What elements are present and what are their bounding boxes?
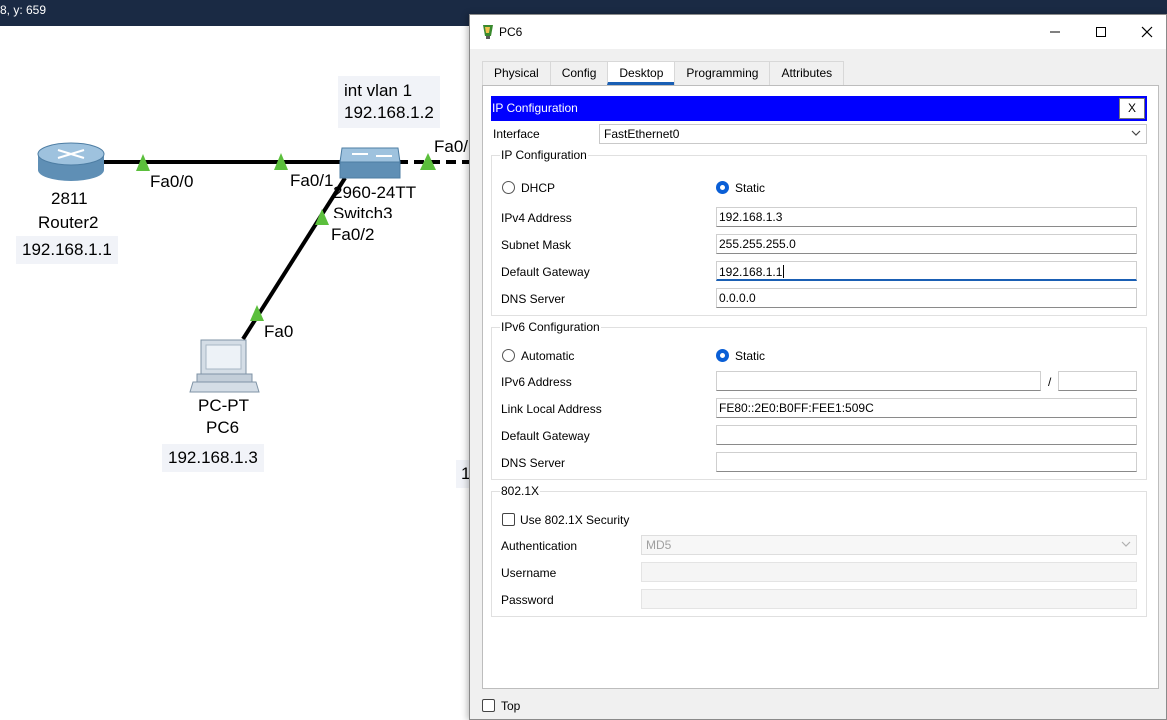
dhcp-radio[interactable]	[502, 181, 515, 194]
ipv6-default-gateway-input[interactable]	[716, 425, 1137, 445]
link-local-address-label: Link Local Address	[501, 402, 602, 416]
dot1x-group: 802.1X Use 802.1X Security Authenticatio…	[491, 484, 1147, 617]
automatic-label: Automatic	[521, 349, 575, 363]
ipv6-prefix-input[interactable]	[1058, 371, 1137, 391]
minimize-button[interactable]	[1032, 15, 1078, 49]
topology-links	[37, 142, 470, 393]
switch-name-label: Switch3	[333, 204, 393, 218]
ipv6-default-gateway-label: Default Gateway	[501, 429, 590, 443]
close-ip-config-button[interactable]: X	[1119, 98, 1145, 119]
subnet-mask-input[interactable]	[716, 234, 1137, 254]
default-gateway-input[interactable]: 192.168.1.1	[716, 261, 1137, 281]
link-local-address-input[interactable]	[716, 398, 1137, 418]
top-checkbox[interactable]	[482, 699, 495, 712]
top-label: Top	[501, 699, 521, 713]
interface-value: FastEthernet0	[604, 127, 680, 141]
partial-label: 1	[456, 460, 470, 488]
username-input	[641, 562, 1137, 582]
password-label: Password	[501, 593, 554, 607]
port-label-fa0: Fa0	[264, 322, 294, 341]
dhcp-label: DHCP	[521, 181, 556, 195]
username-label: Username	[501, 566, 557, 580]
ipv4-configuration-group: IP Configuration DHCP Static IPv4 Addres…	[491, 148, 1147, 316]
tab-desktop[interactable]: Desktop	[607, 61, 676, 85]
pc-icon	[189, 339, 260, 393]
switch-annotation-line1: int vlan 1	[344, 81, 413, 100]
dns-server-input[interactable]	[716, 288, 1137, 308]
dot1x-group-title: 802.1X	[500, 484, 541, 498]
ip-configuration-panel: IP Configuration X Interface FastEtherne…	[482, 85, 1159, 689]
topology-canvas[interactable]: 2811 Router2 192.168.1.1 Fa0/0 Fa0/1 Fa0…	[0, 26, 470, 720]
port-label-fa00: Fa0/0	[150, 172, 194, 191]
ipv6-address-input[interactable]	[716, 371, 1041, 391]
tab-bar: Physical Config Desktop Programming Attr…	[482, 61, 845, 85]
chevron-down-icon	[1121, 541, 1131, 547]
authentication-label: Authentication	[501, 539, 578, 553]
ip-configuration-header: IP Configuration X	[491, 96, 1147, 121]
tab-attributes[interactable]: Attributes	[769, 61, 845, 85]
switch-model-label: 2960-24TT	[333, 183, 417, 202]
router-model-label: 2811	[51, 189, 88, 208]
static-radio[interactable]	[716, 181, 729, 194]
automatic-radio[interactable]	[502, 349, 515, 362]
tab-programming[interactable]: Programming	[674, 61, 771, 85]
close-icon	[1141, 26, 1153, 38]
minimize-icon	[1050, 31, 1060, 33]
interface-label: Interface	[493, 127, 540, 141]
router-ip-label: 192.168.1.1	[16, 236, 118, 264]
switch-annotation: int vlan 1 192.168.1.2	[338, 76, 440, 128]
packet-tracer-app-icon	[483, 25, 493, 39]
password-input	[641, 589, 1137, 609]
dns-server-label: DNS Server	[501, 292, 566, 306]
interface-select[interactable]: FastEthernet0	[599, 124, 1147, 144]
prefix-separator: /	[1048, 375, 1052, 389]
ipv4-address-label: IPv4 Address	[501, 211, 572, 225]
tab-config[interactable]: Config	[549, 61, 609, 85]
ipv6-configuration-group: IPv6 Configuration Automatic Static IPv6…	[491, 320, 1147, 480]
tab-physical[interactable]: Physical	[482, 61, 551, 85]
port-label-fa02: Fa0/2	[331, 225, 375, 244]
port-label-right: Fa0/	[434, 137, 469, 156]
use-8021x-checkbox[interactable]	[502, 513, 515, 526]
pc-model-label: PC-PT	[198, 396, 249, 415]
ipv6-static-radio[interactable]	[716, 349, 729, 362]
chevron-down-icon	[1131, 130, 1141, 136]
close-window-button[interactable]	[1124, 15, 1167, 49]
authentication-select: MD5	[641, 535, 1137, 555]
switch-annotation-line2: 192.168.1.2	[344, 103, 434, 122]
ipv6-dns-server-label: DNS Server	[501, 456, 566, 470]
ipv4-address-input[interactable]	[716, 207, 1137, 227]
pc6-window: PC6 Physical Config Desktop Programming …	[469, 14, 1167, 720]
switch-icon	[339, 147, 401, 179]
pc-ip-label: 192.168.1.3	[162, 444, 264, 472]
default-gateway-label: Default Gateway	[501, 265, 590, 279]
use-8021x-label: Use 802.1X Security	[520, 513, 630, 527]
subnet-mask-label: Subnet Mask	[501, 238, 572, 252]
window-title: PC6	[499, 25, 523, 39]
pc-name-label: PC6	[206, 418, 240, 437]
text-cursor	[783, 265, 785, 278]
port-indicator-switch-fa02	[315, 209, 329, 225]
ipv4-group-title: IP Configuration	[500, 148, 588, 162]
title-bar[interactable]: PC6	[470, 15, 1166, 49]
static-label: Static	[735, 181, 766, 195]
authentication-value: MD5	[646, 538, 672, 552]
ipv6-group-title: IPv6 Configuration	[500, 320, 601, 334]
maximize-button[interactable]	[1078, 15, 1124, 49]
default-gateway-value: 192.168.1.1	[719, 265, 783, 279]
router-icon	[37, 142, 105, 181]
ipv6-address-label: IPv6 Address	[501, 375, 572, 389]
ipv6-dns-server-input[interactable]	[716, 452, 1137, 472]
cursor-coordinates: 8, y: 659	[0, 3, 47, 17]
router-name-label: Router2	[38, 213, 99, 232]
maximize-icon	[1096, 27, 1106, 37]
ipv6-static-label: Static	[735, 349, 766, 363]
ip-configuration-title: IP Configuration	[492, 101, 578, 115]
port-label-fa01: Fa0/1	[290, 171, 334, 190]
